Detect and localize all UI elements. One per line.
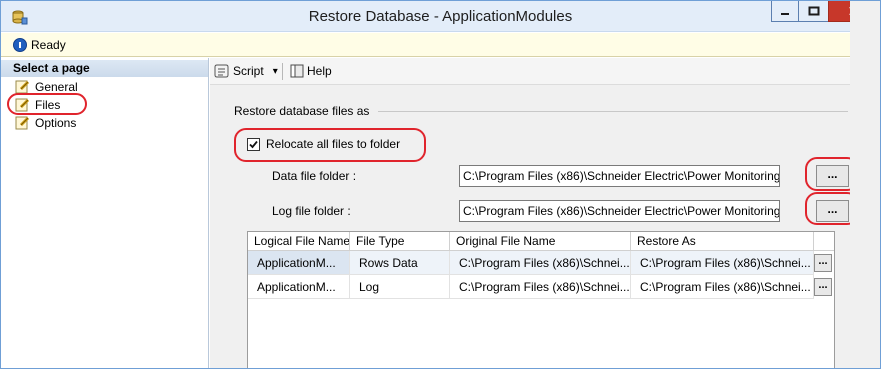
table-cell[interactable]: C:\Program Files (x86)\Schnei... [631,275,814,299]
dialog-right-edge [850,1,880,368]
column-header[interactable]: File Type [350,232,450,251]
help-button[interactable]: Help [289,63,332,79]
select-page-header: Select a page [1,60,208,77]
script-label: Script [233,64,264,78]
help-label: Help [307,64,332,78]
row-browse-button[interactable]: ... [814,254,832,272]
script-button[interactable]: Script ▾ [214,63,278,79]
column-header[interactable]: Original File Name [450,232,631,251]
files-highlight-outline [7,93,87,115]
table-cell[interactable]: C:\Program Files (x86)\Schnei... [631,251,814,275]
relocate-highlight-outline [234,128,426,162]
log-folder-label: Log file folder : [272,204,351,218]
table-cell[interactable]: ApplicationM... [248,251,350,275]
title-bar[interactable]: Restore Database - ApplicationModules [1,1,880,32]
section-title: Restore database files as [234,104,370,118]
table-row[interactable]: ApplicationM... Rows Data C:\Program Fil… [248,251,834,275]
restore-database-window: Restore Database - ApplicationModules Re… [0,0,881,369]
log-folder-input[interactable]: C:\Program Files (x86)\Schneider Electri… [459,200,780,222]
script-icon [214,64,229,78]
window-title: Restore Database - ApplicationModules [308,8,573,25]
files-page-content: Script ▾ Help Restore database files as … [210,58,880,368]
toolbar: Script ▾ Help [210,58,880,85]
data-folder-input[interactable]: C:\Program Files (x86)\Schneider Electri… [459,165,780,187]
page-wrench-icon [15,80,30,94]
status-text: Ready [31,38,66,52]
page-wrench-icon [15,116,30,130]
minimize-icon [781,13,789,15]
row-browse-button[interactable]: ... [814,278,832,296]
info-icon [13,38,27,52]
maximize-button[interactable] [798,1,828,22]
table-cell: C:\Program Files (x86)\Schnei... [450,275,631,299]
page-item-label: General [35,80,78,94]
section-divider [378,111,848,112]
table-cell: Rows Data [350,251,450,275]
column-header[interactable]: Logical File Name [248,232,350,251]
page-item-label: Options [35,116,77,130]
table-cell: C:\Program Files (x86)\Schnei... [450,251,631,275]
grid-header: Logical File Name File Type Original Fil… [248,232,834,251]
column-header[interactable]: Restore As [631,232,814,251]
chevron-down-icon[interactable]: ▾ [273,66,278,77]
minimize-button[interactable] [771,1,798,22]
files-grid[interactable]: Logical File Name File Type Original Fil… [247,231,835,368]
maximize-icon [808,6,819,16]
data-folder-label: Data file folder : [272,169,357,183]
toolbar-divider [282,63,283,80]
table-cell[interactable]: ApplicationM... [248,275,350,299]
page-item-options[interactable]: Options [15,115,76,131]
table-cell: Log [350,275,450,299]
status-bar: Ready [1,33,880,57]
help-icon [290,64,304,78]
select-page-pane: Select a page General Files Options [1,58,209,368]
table-row[interactable]: ApplicationM... Log C:\Program Files (x8… [248,275,834,299]
